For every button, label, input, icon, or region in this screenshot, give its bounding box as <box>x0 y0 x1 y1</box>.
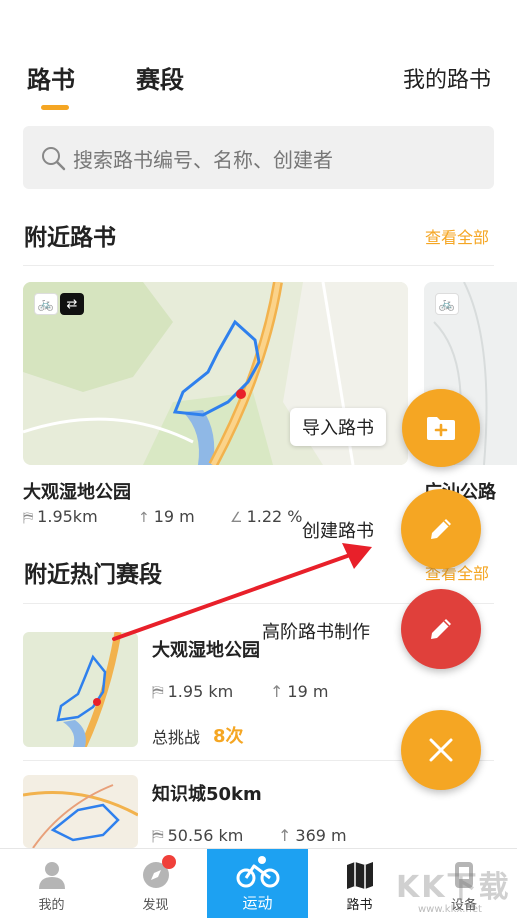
import-route-button[interactable] <box>402 389 480 467</box>
cycling-badge-icon: 🚲 <box>435 293 459 315</box>
route-card-title: 大观湿地公园 <box>23 482 131 503</box>
map-icon <box>346 862 373 889</box>
route-distance: ⛿ 1.95km <box>23 507 98 526</box>
watermark-text: KK下载 <box>396 870 511 905</box>
import-route-label[interactable]: 导入路书 <box>290 408 386 446</box>
advanced-route-label[interactable]: 高阶路书制作 <box>262 618 370 644</box>
distance-icon: ⛿ <box>152 682 164 701</box>
search-bar[interactable]: 搜索路书编号、名称、创建者 <box>23 126 494 189</box>
segment-distance: ⛿ 1.95 km <box>152 682 234 701</box>
search-input[interactable]: 搜索路书编号、名称、创建者 <box>73 144 333 173</box>
segment-elevation: ↑ 19 m <box>270 682 329 701</box>
route-elevation: ↑ 19 m <box>138 507 195 526</box>
segment-thumbnail-2[interactable] <box>23 775 138 848</box>
create-route-label[interactable]: 创建路书 <box>302 517 374 543</box>
segment-thumbnail[interactable] <box>23 632 138 747</box>
segment-distance-2: ⛿ 50.56 km <box>152 826 244 845</box>
distance-icon: ⛿ <box>23 510 34 526</box>
tab-segments[interactable]: 赛段 <box>136 60 184 95</box>
advanced-route-button[interactable] <box>401 589 481 669</box>
nav-routes-label: 路书 <box>346 898 373 913</box>
nav-sport-label: 运动 <box>242 894 273 912</box>
nav-me-label: 我的 <box>38 898 65 913</box>
active-tab-indicator <box>41 105 69 110</box>
grade-icon: ∠ <box>230 510 243 526</box>
nav-discover-label: 发现 <box>142 898 169 913</box>
challenge-label: 总挑战 <box>152 728 201 747</box>
watermark-url: www.kkx.net <box>418 904 482 915</box>
pencil-icon <box>431 519 451 539</box>
nav-sport[interactable]: 运动 <box>207 849 308 918</box>
nav-discover[interactable]: 发现 <box>104 849 207 918</box>
nearby-routes-title: 附近路书 <box>24 225 116 251</box>
segment-title-2[interactable]: 知识城50km <box>152 780 262 806</box>
cycling-icon <box>236 856 279 888</box>
person-icon <box>38 862 65 889</box>
pencil-icon <box>431 619 451 639</box>
elevation-icon: ↑ <box>138 510 150 526</box>
route-grade: ∠ 1.22 % <box>230 507 303 526</box>
create-route-button[interactable] <box>401 489 481 569</box>
challenge-count: 8次 <box>213 726 244 747</box>
cycling-badge-icon: 🚲 <box>34 293 58 315</box>
folder-add-icon <box>427 417 455 440</box>
elevation-icon: ↑ <box>270 682 284 701</box>
nearby-routes-view-all[interactable]: 查看全部 <box>425 224 489 248</box>
close-icon <box>429 738 453 762</box>
divider <box>23 265 494 266</box>
segment-map-image-2 <box>23 775 138 848</box>
my-routes-link[interactable]: 我的路书 <box>403 62 491 94</box>
close-menu-button[interactable] <box>401 710 481 790</box>
notification-dot <box>162 855 176 869</box>
elevation-icon: ↑ <box>278 826 292 845</box>
search-icon <box>42 147 66 171</box>
tab-routes[interactable]: 路书 <box>27 60 75 95</box>
segment-elevation-2: ↑ 369 m <box>278 826 347 845</box>
segment-map-image <box>23 632 138 747</box>
distance-icon: ⛿ <box>152 826 164 845</box>
nav-me[interactable]: 我的 <box>0 849 103 918</box>
route-type-badge-icon: ⇄ <box>60 293 84 315</box>
